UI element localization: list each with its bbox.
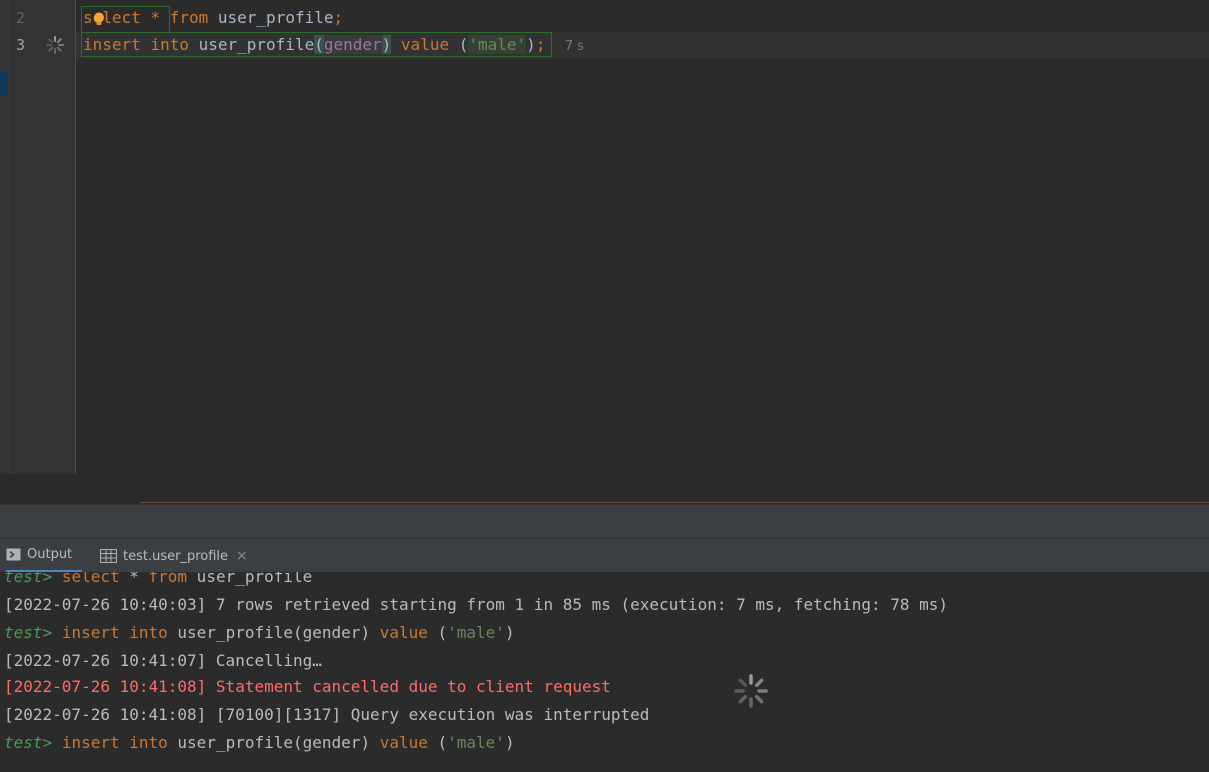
panel-splitter[interactable] xyxy=(0,504,1209,538)
console-line: [2022-07-26 10:40:03] 7 rows retrieved s… xyxy=(4,595,949,614)
console-line: [2022-07-26 10:41:08] [70100][1317] Quer… xyxy=(4,705,650,724)
services-tab-bar: Output test.user_profile × xyxy=(0,538,1209,573)
line-number-current: 3 xyxy=(16,36,26,54)
console-line: test> insert into user_profile(gender) v… xyxy=(4,623,515,642)
execution-time-inlay: 7 s xyxy=(564,39,584,54)
lightbulb-icon[interactable] xyxy=(93,12,105,26)
left-tool-strip xyxy=(0,0,10,474)
console-line-error: [2022-07-26 10:41:08] Statement cancelle… xyxy=(4,677,611,696)
editor-horizontal-scroll[interactable] xyxy=(0,474,1209,504)
running-spinner-icon xyxy=(46,36,64,54)
editor-gutter[interactable]: 2 3 xyxy=(10,0,76,474)
code-line-2[interactable]: select * from user_profile; xyxy=(83,8,343,28)
console-line: test> select * from user_profile xyxy=(4,572,313,586)
output-console[interactable]: test> select * from user_profile [2022-0… xyxy=(0,572,1209,772)
tab-output-label: Output xyxy=(27,547,73,562)
table-icon xyxy=(100,549,117,563)
sql-editor[interactable]: 2 3 select * from user_profile; insert i… xyxy=(0,0,1209,474)
tab-table-label: test.user_profile xyxy=(123,548,229,564)
console-line: [2022-07-26 10:41:07] Cancelling… xyxy=(4,651,322,670)
tab-output[interactable]: Output xyxy=(6,539,83,573)
console-line: test> insert into user_profile(gender) v… xyxy=(4,733,515,752)
code-line-3[interactable]: insert into user_profile(gender) value (… xyxy=(83,35,584,57)
editor-divider-line xyxy=(140,502,1209,503)
close-icon[interactable]: × xyxy=(236,548,248,564)
terminal-icon xyxy=(6,548,21,561)
line-number: 2 xyxy=(16,9,26,27)
tab-test-user-profile[interactable]: test.user_profile × xyxy=(100,539,248,573)
tool-strip-marker xyxy=(0,72,8,96)
loading-spinner-icon xyxy=(734,674,768,708)
